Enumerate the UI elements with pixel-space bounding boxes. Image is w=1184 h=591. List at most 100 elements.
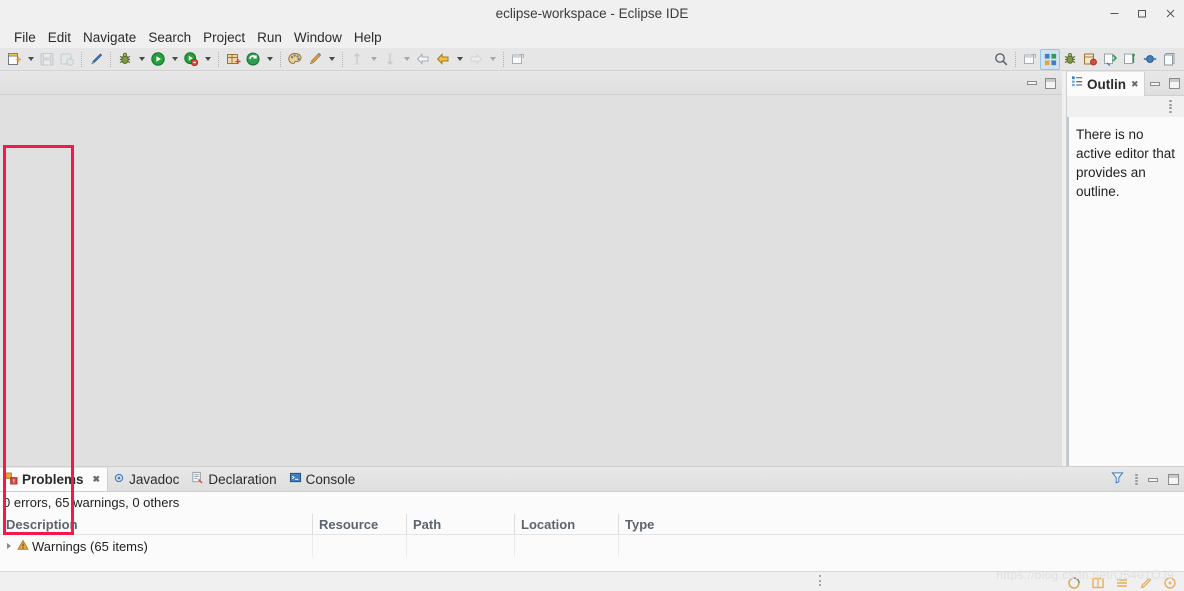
save-icon[interactable]: [37, 49, 57, 70]
minimize-outline-button[interactable]: [1150, 81, 1160, 86]
perspective-team-sync-icon[interactable]: [1100, 49, 1120, 70]
menu-edit[interactable]: Edit: [42, 27, 77, 48]
view-menu-icon[interactable]: [1168, 100, 1172, 113]
console-icon: [289, 471, 302, 487]
run-dropdown-caret[interactable]: [168, 49, 181, 70]
external-tools-dropdown-caret[interactable]: [201, 49, 214, 70]
problems-icon: [5, 472, 18, 488]
open-type-icon[interactable]: [285, 49, 305, 70]
chevron-right-icon[interactable]: [3, 541, 14, 552]
search-pen-icon[interactable]: [305, 49, 325, 70]
toolbar-separator: [81, 51, 82, 67]
perspective-resource-icon[interactable]: [1160, 49, 1180, 70]
next-annotation-caret[interactable]: [400, 49, 413, 70]
new-wizard-icon[interactable]: [4, 49, 24, 70]
next-annotation-icon[interactable]: [380, 49, 400, 70]
close-icon[interactable]: ✖: [1131, 79, 1139, 89]
maximize-outline-button[interactable]: [1169, 78, 1180, 89]
declaration-icon: [191, 471, 204, 487]
window-title: eclipse-workspace - Eclipse IDE: [495, 6, 689, 21]
menu-navigate[interactable]: Navigate: [77, 27, 142, 48]
tab-problems[interactable]: Problems ✖: [0, 467, 109, 491]
perspective-plugin-icon[interactable]: [1140, 49, 1160, 70]
bottom-view-stack: Problems ✖ Javadoc Declaration Console 0…: [0, 466, 1184, 572]
debug-dropdown-caret[interactable]: [135, 49, 148, 70]
tab-javadoc[interactable]: Javadoc: [108, 467, 186, 491]
outline-tab-strip: Outlin ✖: [1067, 71, 1184, 96]
menu-window[interactable]: Window: [288, 27, 348, 48]
perspective-java-type-icon[interactable]: [1120, 49, 1140, 70]
close-button[interactable]: [1156, 0, 1184, 27]
column-header-location[interactable]: Location: [514, 514, 618, 534]
previous-annotation-caret[interactable]: [367, 49, 380, 70]
quick-fix-pen-icon[interactable]: [86, 49, 106, 70]
bottom-panel-controls: [1111, 467, 1179, 492]
new-wizard-dropdown-caret[interactable]: [24, 49, 37, 70]
toolbar-separator: [218, 51, 219, 67]
tab-declaration[interactable]: Declaration: [186, 467, 283, 491]
outline-icon: [1071, 75, 1084, 93]
row-description-cell[interactable]: Warnings (65 items): [0, 539, 312, 554]
column-header-description[interactable]: Description: [0, 514, 312, 534]
tab-javadoc-label: Javadoc: [129, 471, 180, 487]
debug-icon[interactable]: [115, 49, 135, 70]
perspective-java-browsing-icon[interactable]: [1080, 49, 1100, 70]
main-workbench-area: Outlin ✖ There is no active editor that …: [0, 71, 1184, 535]
toolbar-left-group: [0, 49, 991, 70]
open-perspective-icon[interactable]: [508, 49, 528, 70]
tab-outline[interactable]: Outlin ✖: [1067, 71, 1145, 96]
print-icon[interactable]: [57, 49, 77, 70]
status-drag-handle[interactable]: [818, 575, 821, 586]
menu-search[interactable]: Search: [142, 27, 197, 48]
next-edit-icon[interactable]: [466, 49, 486, 70]
previous-annotation-icon[interactable]: [347, 49, 367, 70]
minimize-button[interactable]: [1100, 0, 1128, 27]
perspective-java-icon[interactable]: [1040, 48, 1060, 70]
forward-dropdown-caret[interactable]: [453, 49, 466, 70]
menu-file[interactable]: File: [8, 27, 42, 48]
outline-content: There is no active editor that provides …: [1067, 117, 1184, 466]
menu-run[interactable]: Run: [251, 27, 288, 48]
next-edit-caret[interactable]: [486, 49, 499, 70]
quick-access-search-icon[interactable]: [991, 49, 1011, 70]
restore-button[interactable]: [1128, 0, 1156, 27]
minimize-panel-button[interactable]: [1148, 477, 1158, 482]
new-java-package-icon[interactable]: [223, 49, 243, 70]
view-menu-icon[interactable]: [1134, 473, 1138, 486]
row-description-label: Warnings (65 items): [32, 538, 148, 554]
outline-view: Outlin ✖ There is no active editor that …: [1066, 71, 1184, 466]
toolbar-separator: [503, 51, 504, 67]
column-divider: [618, 535, 619, 557]
editor-empty-body: [0, 95, 1062, 466]
minimize-editor-button[interactable]: [1027, 81, 1037, 85]
column-divider: [312, 535, 313, 557]
maximize-panel-button[interactable]: [1168, 474, 1179, 485]
forward-arrow-icon[interactable]: [433, 49, 453, 70]
perspective-debug-icon[interactable]: [1060, 49, 1080, 70]
maximize-editor-button[interactable]: [1045, 77, 1056, 89]
tab-console[interactable]: Console: [284, 467, 363, 491]
watermark-text: https://blog.csdn.net/Q5401OJ9: [996, 568, 1174, 582]
eclipse-window: eclipse-workspace - Eclipse IDE File Edi…: [0, 0, 1184, 591]
new-java-class-icon[interactable]: [243, 49, 263, 70]
column-header-type[interactable]: Type: [618, 514, 738, 534]
toolbar-separator: [1015, 51, 1016, 67]
run-icon[interactable]: [148, 49, 168, 70]
menu-help[interactable]: Help: [348, 27, 388, 48]
editor-area-controls: [1027, 71, 1056, 95]
problems-table-header: Description Resource Path Location Type: [0, 514, 1184, 535]
open-perspective-icon[interactable]: [1020, 49, 1040, 70]
column-header-resource[interactable]: Resource: [312, 514, 406, 534]
editor-area: [0, 71, 1062, 466]
close-icon[interactable]: ✖: [93, 475, 101, 484]
column-header-path[interactable]: Path: [406, 514, 514, 534]
run-external-tools-icon[interactable]: [181, 49, 201, 70]
bottom-tab-strip: Problems ✖ Javadoc Declaration Console: [0, 467, 1184, 492]
table-row[interactable]: Warnings (65 items): [0, 535, 1184, 557]
menu-project[interactable]: Project: [197, 27, 251, 48]
filter-icon[interactable]: [1111, 471, 1124, 489]
new-class-dropdown-caret[interactable]: [263, 49, 276, 70]
back-icon[interactable]: [413, 49, 433, 70]
tab-problems-label: Problems: [22, 472, 84, 487]
search-dropdown-caret[interactable]: [325, 49, 338, 70]
